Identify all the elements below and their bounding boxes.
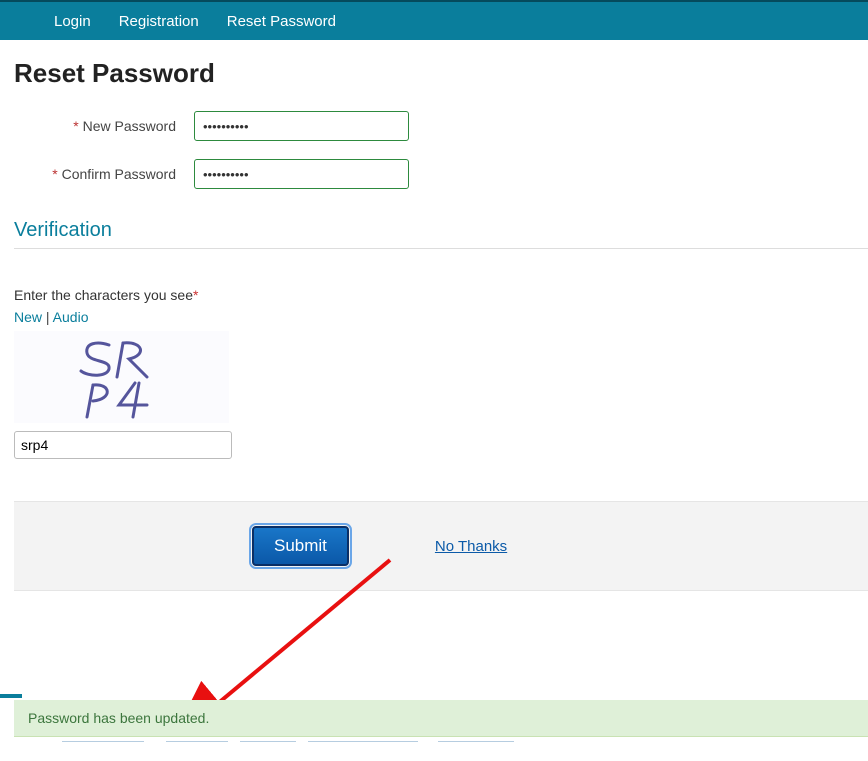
confirm-password-input[interactable] (194, 159, 409, 189)
captcha-audio-link[interactable]: Audio (53, 309, 89, 325)
no-thanks-link[interactable]: No Thanks (435, 538, 507, 555)
verification-heading: Verification (14, 219, 868, 242)
nav-login[interactable]: Login (40, 3, 105, 40)
captcha-image (14, 331, 229, 423)
top-nav: Login Registration Reset Password (0, 0, 868, 40)
success-banner: Password has been updated. (14, 700, 868, 737)
page-title: Reset Password (14, 58, 868, 89)
captcha-sep: | (42, 309, 53, 325)
accent-bar (0, 694, 22, 698)
action-bar: Submit No Thanks (14, 501, 868, 591)
submit-button[interactable]: Submit (252, 526, 349, 566)
divider (14, 248, 868, 249)
new-password-label: * New Password (14, 118, 194, 134)
bottom-border (14, 740, 868, 743)
captcha-instruction: Enter the characters you see* (14, 287, 868, 303)
captcha-new-link[interactable]: New (14, 309, 42, 325)
new-password-input[interactable] (194, 111, 409, 141)
nav-registration[interactable]: Registration (105, 3, 213, 40)
captcha-input[interactable] (14, 431, 232, 459)
nav-reset-password[interactable]: Reset Password (213, 3, 350, 40)
confirm-password-label: * Confirm Password (14, 166, 194, 182)
